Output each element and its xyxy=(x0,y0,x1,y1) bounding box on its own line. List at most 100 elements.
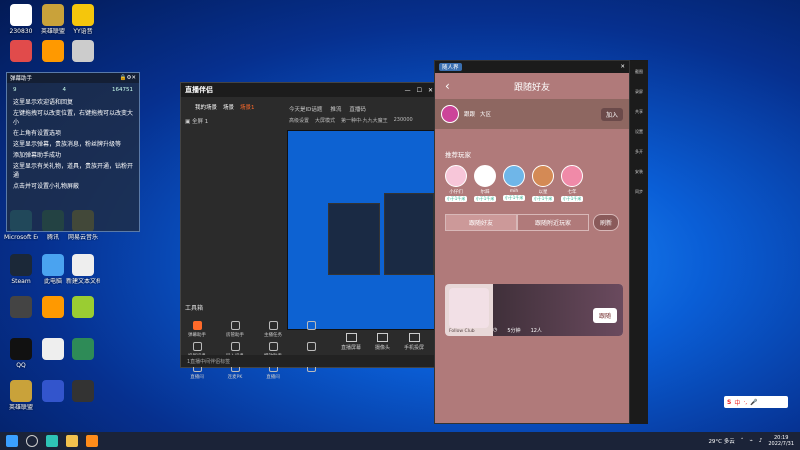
live-sub-item[interactable]: 高级设置 xyxy=(289,117,309,124)
heat-count: 164751 xyxy=(112,87,133,93)
desktop-icon[interactable]: 英雄联盟 xyxy=(36,4,70,35)
desktop-icon[interactable] xyxy=(66,40,100,64)
back-icon[interactable]: ‹ xyxy=(445,79,450,93)
desktop-icon[interactable]: YY语音 xyxy=(66,4,100,35)
edge-taskbar-icon[interactable] xyxy=(46,435,58,447)
desktop-icon[interactable] xyxy=(36,296,70,320)
room-bar: 跟跟 大区 加入 xyxy=(435,99,629,129)
player-item[interactable]: 七年 小于1千米 xyxy=(561,165,583,202)
close-icon[interactable]: ✕ xyxy=(620,64,625,70)
stream-taskbar-icon[interactable] xyxy=(86,435,98,447)
scene-item[interactable]: ▣ 全屏 1 xyxy=(185,117,208,125)
desktop-icon[interactable] xyxy=(36,338,70,362)
emulator-tool[interactable]: 截图 xyxy=(630,69,648,80)
capture-action-button[interactable]: 摄像头 xyxy=(375,333,390,351)
chat-message: 这里显示弹幕，贵族消息，粉丝牌升级等 xyxy=(13,141,122,148)
desktop-icon[interactable]: 此电脑 xyxy=(36,254,70,285)
app-icon xyxy=(10,40,32,62)
live-sub-item[interactable]: 第一种中·九九大魔王 xyxy=(341,117,388,124)
player-item[interactable]: 尔辞 小于1千米 xyxy=(474,165,496,202)
scene-tab[interactable]: 场景1 xyxy=(240,103,255,115)
desktop-icon[interactable] xyxy=(66,380,100,404)
app-icon xyxy=(10,380,32,402)
desktop-icon[interactable]: 230830 xyxy=(4,4,38,35)
tool-button[interactable]: 主播任务 xyxy=(263,321,283,338)
weather-text[interactable]: 29°C 多云 xyxy=(708,437,734,445)
stream-status: 1直播中间伴侣标签 xyxy=(181,355,437,367)
scene-tab[interactable]: 我的场景 xyxy=(195,103,217,115)
explorer-taskbar-icon[interactable] xyxy=(66,435,78,447)
desktop-icon[interactable] xyxy=(66,296,100,320)
join-button[interactable]: 加入 xyxy=(600,107,623,121)
app-icon xyxy=(72,254,94,276)
emulator-tool[interactable]: 同步 xyxy=(630,189,648,200)
close-icon[interactable]: ✕ xyxy=(428,87,433,94)
mic-icon[interactable]: 🎤 xyxy=(750,399,757,406)
live-sub-item[interactable]: 大屏模式 xyxy=(315,117,335,124)
live-tabs: 今天是ID话题 推流 直播码 xyxy=(289,105,366,113)
distance-badge: 小于1千米 xyxy=(532,196,554,202)
scene-tab[interactable]: 场景 xyxy=(223,103,234,115)
emulator-tool[interactable]: 多开 xyxy=(630,149,648,160)
refresh-button[interactable]: 刷新 xyxy=(593,214,619,231)
clock[interactable]: 20:19 2022/7/31 xyxy=(768,435,794,447)
tool-label: 主播任务 xyxy=(264,333,282,338)
tool-button[interactable]: 房管助手 xyxy=(225,321,245,338)
ime-mode[interactable]: 中 xyxy=(734,398,740,407)
chat-overlay-window[interactable]: 弹幕助手 🔒 ⚙ ✕ 9 4 164751 这里显示欢迎语和回复 左键拖拽可以改变… xyxy=(6,72,140,232)
live-tab[interactable]: 今天是ID话题 xyxy=(289,105,322,113)
windows-start-icon[interactable] xyxy=(6,435,18,447)
desktop-icon[interactable]: 英雄联盟 xyxy=(4,380,38,411)
live-tab[interactable]: 直播码 xyxy=(349,105,366,113)
punctuation-icon[interactable]: ·, xyxy=(743,399,747,406)
tray-arrow-icon[interactable]: ˄ xyxy=(741,438,744,444)
player-name: 七年 xyxy=(567,190,577,195)
desktop-icon[interactable] xyxy=(66,338,100,362)
network-icon[interactable]: ⌁ xyxy=(750,438,753,444)
desktop-icon[interactable]: 新建文本文档 xyxy=(66,254,100,285)
tab-follow-friends[interactable]: 跟随好友 xyxy=(445,214,517,231)
chat-message: 左键拖拽可以改变位置，右键拖拽可以改变大小 xyxy=(13,110,134,126)
player-item[interactable]: 以星 小于1千米 xyxy=(532,165,554,202)
emulator-tool[interactable]: 录屏 xyxy=(630,89,648,100)
follow-button[interactable]: 跟随 xyxy=(592,308,617,323)
search-icon[interactable] xyxy=(26,435,38,447)
card-user: Follow Club xyxy=(449,329,475,334)
card-time: 5分钟 xyxy=(507,328,521,334)
desktop-icon[interactable] xyxy=(36,380,70,404)
volume-icon[interactable]: ♪ xyxy=(759,438,763,444)
capture-action-label: 直播屏幕 xyxy=(341,345,362,351)
chat-message: 这里显示欢迎语和回复 xyxy=(13,99,74,106)
close-icon[interactable]: ✕ xyxy=(131,75,136,81)
avatar[interactable] xyxy=(441,105,459,123)
emulator-tool[interactable]: 安装 xyxy=(630,169,648,180)
app-icon xyxy=(10,338,32,360)
tab-nearby-players[interactable]: 跟随附近玩家 xyxy=(517,214,589,231)
lock-icon[interactable]: 🔒 xyxy=(120,75,127,81)
player-item[interactable]: 小仔们 小于1千米 xyxy=(445,165,467,202)
emulator-window[interactable]: 随人界 ✕ ‹ 跟随好友 跟跟 大区 加入 推荐玩家 小仔们 小于1千米 尔辞 小于1… xyxy=(434,60,630,424)
maximize-icon[interactable]: ☐ xyxy=(417,87,422,94)
tool-button[interactable] xyxy=(301,321,321,338)
desktop-icon[interactable] xyxy=(4,296,38,320)
emulator-tool[interactable]: 设置 xyxy=(630,129,648,140)
live-sub-item[interactable]: 230000 xyxy=(394,117,413,124)
player-item[interactable]: mih 小于1千米 xyxy=(503,165,525,202)
room-card[interactable]: 跟随 Follow Club ◷ 5分钟 12人 xyxy=(445,284,623,336)
stream-app-window[interactable]: 直播伴侣 — ☐ ✕ 我的场景 场景 场景1 今天是ID话题 推流 直播码 高级设置 大屏… xyxy=(180,82,438,380)
desktop-icon[interactable] xyxy=(36,40,70,64)
minimize-icon[interactable]: — xyxy=(405,87,411,94)
avatar xyxy=(561,165,583,187)
emulator-tool[interactable]: 共享 xyxy=(630,109,648,120)
desktop-icon[interactable]: QQ xyxy=(4,338,38,369)
desktop-icon[interactable] xyxy=(4,40,38,64)
live-tab[interactable]: 推流 xyxy=(330,105,341,113)
capture-action-button[interactable]: 手机投屏 xyxy=(404,333,424,351)
chat-title-bar[interactable]: 弹幕助手 🔒 ⚙ ✕ xyxy=(7,73,139,83)
capture-action-button[interactable]: 直播屏幕 xyxy=(341,333,361,351)
desktop-icon[interactable]: Steam xyxy=(4,254,38,285)
emulator-title-bar[interactable]: 随人界 ✕ xyxy=(435,61,629,73)
tool-button[interactable]: 弹幕助手 xyxy=(187,321,207,338)
ime-toolbar[interactable]: S 中 ·, 🎤 xyxy=(724,396,788,408)
stream-title-bar[interactable]: 直播伴侣 — ☐ ✕ xyxy=(181,83,437,97)
